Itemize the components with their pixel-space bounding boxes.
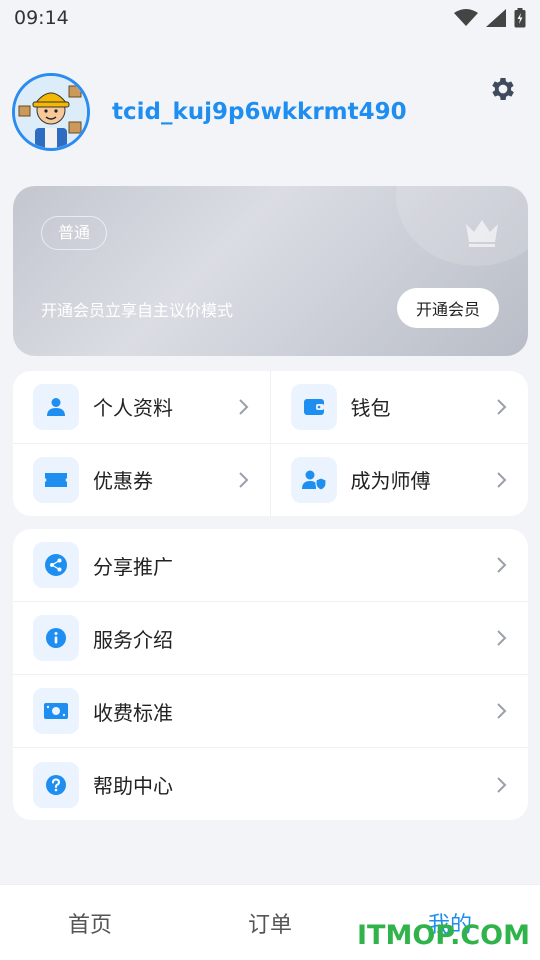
list-item-service-intro[interactable]: 服务介绍 [13, 602, 528, 675]
avatar[interactable] [12, 73, 90, 151]
money-icon [44, 703, 68, 719]
menu-item-become-master[interactable]: 成为师傅 [271, 444, 529, 517]
question-icon [46, 774, 66, 795]
icon-box [33, 542, 79, 588]
icon-box [290, 456, 337, 503]
list-item-label: 服务介绍 [93, 627, 173, 652]
watermark: ITMOP.COM [356, 920, 530, 951]
profile-header: tcid_kuj9p6wkkrmt490 [12, 72, 528, 152]
share-icon [45, 554, 67, 576]
wifi-icon [454, 9, 478, 26]
gear-icon[interactable] [488, 74, 518, 104]
list-item-label: 收费标准 [93, 700, 173, 725]
crown-icon [466, 220, 498, 247]
list-item-share[interactable]: 分享推广 [13, 529, 528, 602]
icon-box [33, 383, 79, 430]
icon-box [33, 761, 79, 808]
menu-item-label: 个人资料 [93, 396, 173, 421]
list-item-label: 分享推广 [93, 554, 173, 579]
menu-item-wallet[interactable]: 钱包 [270, 371, 528, 444]
member-description: 开通会员立享自主议价模式 [41, 301, 234, 320]
status-bar: 09:14 [0, 0, 540, 36]
tab-home[interactable]: 首页 [0, 885, 180, 960]
chevron-right-icon [238, 472, 248, 488]
member-card: 普通 开通会员立享自主议价模式 开通会员 [13, 186, 528, 356]
chevron-right-icon [497, 703, 507, 719]
info-icon [46, 628, 66, 648]
grid-menu: 个人资料 钱包 优惠券 成为师傅 [13, 371, 528, 516]
member-level-badge: 普通 [41, 216, 108, 250]
status-time: 09:14 [14, 7, 69, 29]
icon-box [33, 456, 79, 503]
wallet-icon [303, 398, 324, 415]
worker-avatar-icon [15, 76, 87, 148]
menu-item-label: 优惠券 [93, 469, 153, 494]
chevron-right-icon [238, 399, 248, 415]
icon-box [290, 383, 337, 430]
signal-icon [486, 9, 506, 27]
open-membership-button[interactable]: 开通会员 [397, 288, 499, 328]
icon-box [33, 615, 79, 661]
menu-item-label: 钱包 [350, 396, 391, 421]
person-icon [47, 397, 65, 416]
menu-item-profile[interactable]: 个人资料 [13, 371, 271, 444]
chevron-right-icon [497, 472, 507, 488]
list-item-fee-standard[interactable]: 收费标准 [13, 675, 528, 748]
username: tcid_kuj9p6wkkrmt490 [112, 99, 407, 125]
chevron-right-icon [497, 399, 507, 415]
list-menu: 分享推广 服务介绍 收费标准 帮助中心 [13, 529, 528, 820]
chevron-right-icon [497, 557, 507, 573]
user-shield-icon [301, 470, 327, 491]
list-item-help-center[interactable]: 帮助中心 [13, 748, 528, 821]
decor-circle [396, 186, 528, 266]
menu-item-coupons[interactable]: 优惠券 [13, 443, 271, 516]
icon-box [33, 688, 79, 734]
tab-orders[interactable]: 订单 [180, 885, 360, 960]
system-icons [454, 8, 526, 28]
menu-item-label: 成为师傅 [350, 469, 431, 494]
ticket-icon [45, 472, 67, 487]
battery-charging-icon [514, 8, 526, 28]
chevron-right-icon [497, 776, 507, 793]
chevron-right-icon [497, 630, 507, 646]
list-item-label: 帮助中心 [93, 774, 173, 798]
